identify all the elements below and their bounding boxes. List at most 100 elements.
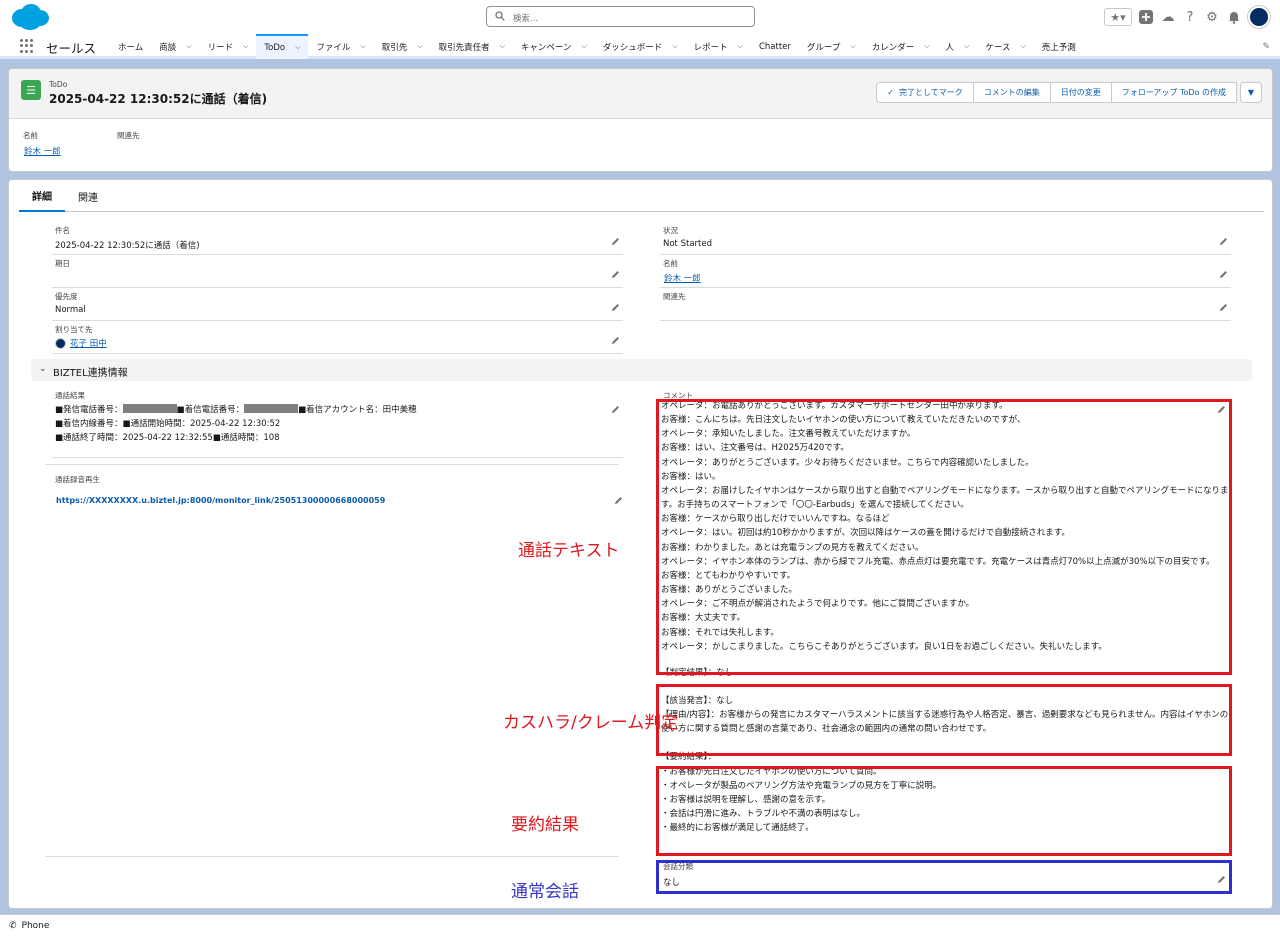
edit-pencil-icon[interactable] [1219, 237, 1228, 246]
edit-pencil-icon[interactable] [1219, 303, 1228, 312]
check-icon: ✓ [887, 88, 894, 97]
setup-gear-icon[interactable]: ⚙ [1204, 9, 1220, 25]
edit-pencil-icon[interactable] [611, 336, 620, 345]
field-status: 状況 Not Started [660, 223, 1231, 255]
chevron-down-icon[interactable]: ⌵ [964, 42, 969, 51]
chevron-down-icon[interactable]: ⌵ [417, 42, 422, 51]
create-followup-button[interactable]: フォローアップ ToDo の作成 [1110, 82, 1237, 103]
nav-item-10[interactable]: Chatter [751, 34, 799, 59]
nav-item-6[interactable]: 取引先責任者 ⌵ [431, 34, 513, 59]
user-avatar-icon [55, 337, 66, 349]
chevron-down-icon[interactable]: ⌵ [500, 42, 505, 51]
app-launcher-icon[interactable] [20, 39, 34, 53]
priority-label: 優先度 [55, 292, 78, 301]
chevron-down-icon[interactable]: ⌵ [924, 42, 929, 51]
task-icon: ☰ [21, 80, 41, 100]
nav-item-1[interactable]: 商談 ⌵ [151, 34, 199, 59]
call-line-2: ■着信内線番号：■通話開始時間：2025-04-22 12:30:52 [55, 419, 281, 429]
chevron-down-icon[interactable]: ⌵ [243, 42, 248, 51]
nav-item-14[interactable]: ケース ⌵ [977, 34, 1033, 59]
mark-complete-button[interactable]: ✓ 完了としてマーク [876, 82, 974, 103]
nav-item-label: 人 [945, 42, 955, 53]
chevron-down-icon[interactable]: ⌵ [738, 42, 743, 51]
global-search[interactable]: 検索... [486, 6, 755, 27]
callee-number-label: ■着信電話番号： [176, 405, 245, 415]
assigned-user-link[interactable]: 花子 田中 [70, 337, 107, 349]
nav-item-11[interactable]: グループ ⌵ [799, 34, 864, 59]
more-actions-dropdown[interactable]: ▼ [1240, 82, 1262, 103]
chevron-down-icon[interactable]: ⌵ [186, 42, 191, 51]
tab-related[interactable]: 関連 [65, 180, 111, 212]
field-related-to: 関連先 [660, 289, 1231, 321]
chevron-down-icon[interactable]: ⌵ [850, 42, 855, 51]
favorites-star-icon[interactable]: ★▾ [1104, 8, 1132, 26]
header-name-link[interactable]: 鈴木 一郎 [24, 145, 61, 157]
nav-item-4[interactable]: ファイル ⌵ [308, 34, 373, 59]
nav-item-label: レポート [693, 42, 728, 53]
assigned-label: 割り当て先 [55, 325, 93, 334]
salesforce-logo[interactable] [10, 3, 50, 31]
annotation-normal: 通常会話 [511, 882, 579, 902]
subject-label: 件名 [55, 226, 70, 235]
priority-value: Normal [55, 305, 86, 315]
detail-card: 詳細 関連 件名 2025-04-22 12:30:52に通話（着信) 期日 優… [8, 179, 1273, 909]
nav-item-8[interactable]: ダッシュボード ⌵ [595, 34, 686, 59]
nav-item-3[interactable]: ToDo ⌵ [256, 34, 309, 59]
nav-item-2[interactable]: リード ⌵ [200, 34, 257, 59]
field-name: 名前 鈴木 一郎 [660, 256, 1231, 288]
chevron-down-icon[interactable]: ⌵ [581, 42, 586, 51]
nav-item-5[interactable]: 取引先 ⌵ [374, 34, 431, 59]
chevron-down-icon[interactable]: ⌵ [672, 42, 677, 51]
tab-details[interactable]: 詳細 [19, 180, 65, 212]
nav-item-0[interactable]: ホーム [110, 34, 151, 59]
edit-pencil-icon[interactable] [1219, 270, 1228, 279]
chevron-down-icon[interactable]: ⌵ [1020, 42, 1025, 51]
nav-item-label: 商談 [159, 42, 177, 53]
nav-item-label: リード [207, 42, 234, 53]
header-utility-icons: ★▾ ☁ ? ⚙ [1104, 6, 1270, 28]
section-title: BIZTEL連携情報 [53, 368, 128, 379]
nav-item-9[interactable]: レポート ⌵ [686, 34, 751, 59]
user-avatar[interactable] [1248, 6, 1270, 28]
redacted-block [244, 404, 299, 413]
record-highlights: ☰ ToDo 2025-04-22 12:30:52に通話（着信) ✓ 完了として… [9, 69, 1272, 119]
edit-pencil-icon[interactable] [614, 496, 623, 505]
phone-utility[interactable]: ✆ Phone [9, 921, 49, 931]
change-date-button[interactable]: 日付の変更 [1049, 82, 1112, 103]
edit-pencil-icon[interactable] [611, 405, 620, 414]
help-icon[interactable]: ? [1182, 9, 1198, 25]
nav-item-12[interactable]: カレンダー ⌵ [864, 34, 938, 59]
tab-bar: 詳細 関連 [19, 180, 1264, 212]
edit-comment-button[interactable]: コメントの編集 [972, 82, 1051, 103]
record-header: ☰ ToDo 2025-04-22 12:30:52に通話（着信) ✓ 完了として… [8, 68, 1273, 172]
nav-item-15[interactable]: 売上予測 [1034, 34, 1084, 59]
edit-pencil-icon[interactable] [611, 237, 620, 246]
biztel-section-header[interactable]: ⌄ BIZTEL連携情報 [31, 359, 1252, 381]
account-name-text: ■着信アカウント名：田中美穂 [298, 405, 417, 415]
edit-pencil-icon[interactable] [611, 270, 620, 279]
field-call-result: 通話結果 ■発信電話番号： ■着信電話番号： ■着信アカウント名：田中美穂 ■着信内… [52, 388, 623, 458]
header-actions: ✓ 完了としてマーク コメントの編集 日付の変更 フォローアップ ToDo の作成… [876, 82, 1262, 103]
global-actions-plus-icon[interactable] [1138, 9, 1154, 25]
chevron-down-icon[interactable]: ⌵ [295, 43, 300, 52]
divider [45, 856, 619, 857]
annotation-summary: 要約結果 [511, 815, 579, 835]
due-date-label: 期日 [55, 259, 70, 268]
chevron-down-icon[interactable]: ⌵ [360, 42, 365, 51]
classification-highlight-box [656, 860, 1232, 894]
name-link[interactable]: 鈴木 一郎 [664, 272, 701, 284]
trailhead-guidance-icon[interactable]: ☁ [1160, 9, 1176, 25]
call-line-3: ■通話終了時間：2025-04-22 12:32:55■通話時間：108 [55, 433, 280, 443]
nav-item-label: Chatter [758, 41, 791, 52]
playback-link[interactable]: https://XXXXXXXX.u.biztel.jp:8000/monito… [56, 496, 385, 505]
header-related-label: 関連先 [117, 131, 140, 140]
edit-pencil-icon[interactable] [611, 303, 620, 312]
subject-value: 2025-04-22 12:30:52に通話（着信) [55, 241, 200, 251]
chevron-down-icon: ⌄ [39, 364, 47, 374]
nav-item-13[interactable]: 人 ⌵ [938, 34, 978, 59]
notifications-bell-icon[interactable] [1226, 9, 1242, 25]
call-line-1: ■発信電話番号： ■着信電話番号： ■着信アカウント名：田中美穂 [55, 403, 417, 417]
nav-item-7[interactable]: キャンペーン ⌵ [513, 34, 595, 59]
nav-item-label: カレンダー [871, 42, 915, 53]
edit-nav-pencil-icon[interactable]: ✎ [1262, 42, 1270, 52]
